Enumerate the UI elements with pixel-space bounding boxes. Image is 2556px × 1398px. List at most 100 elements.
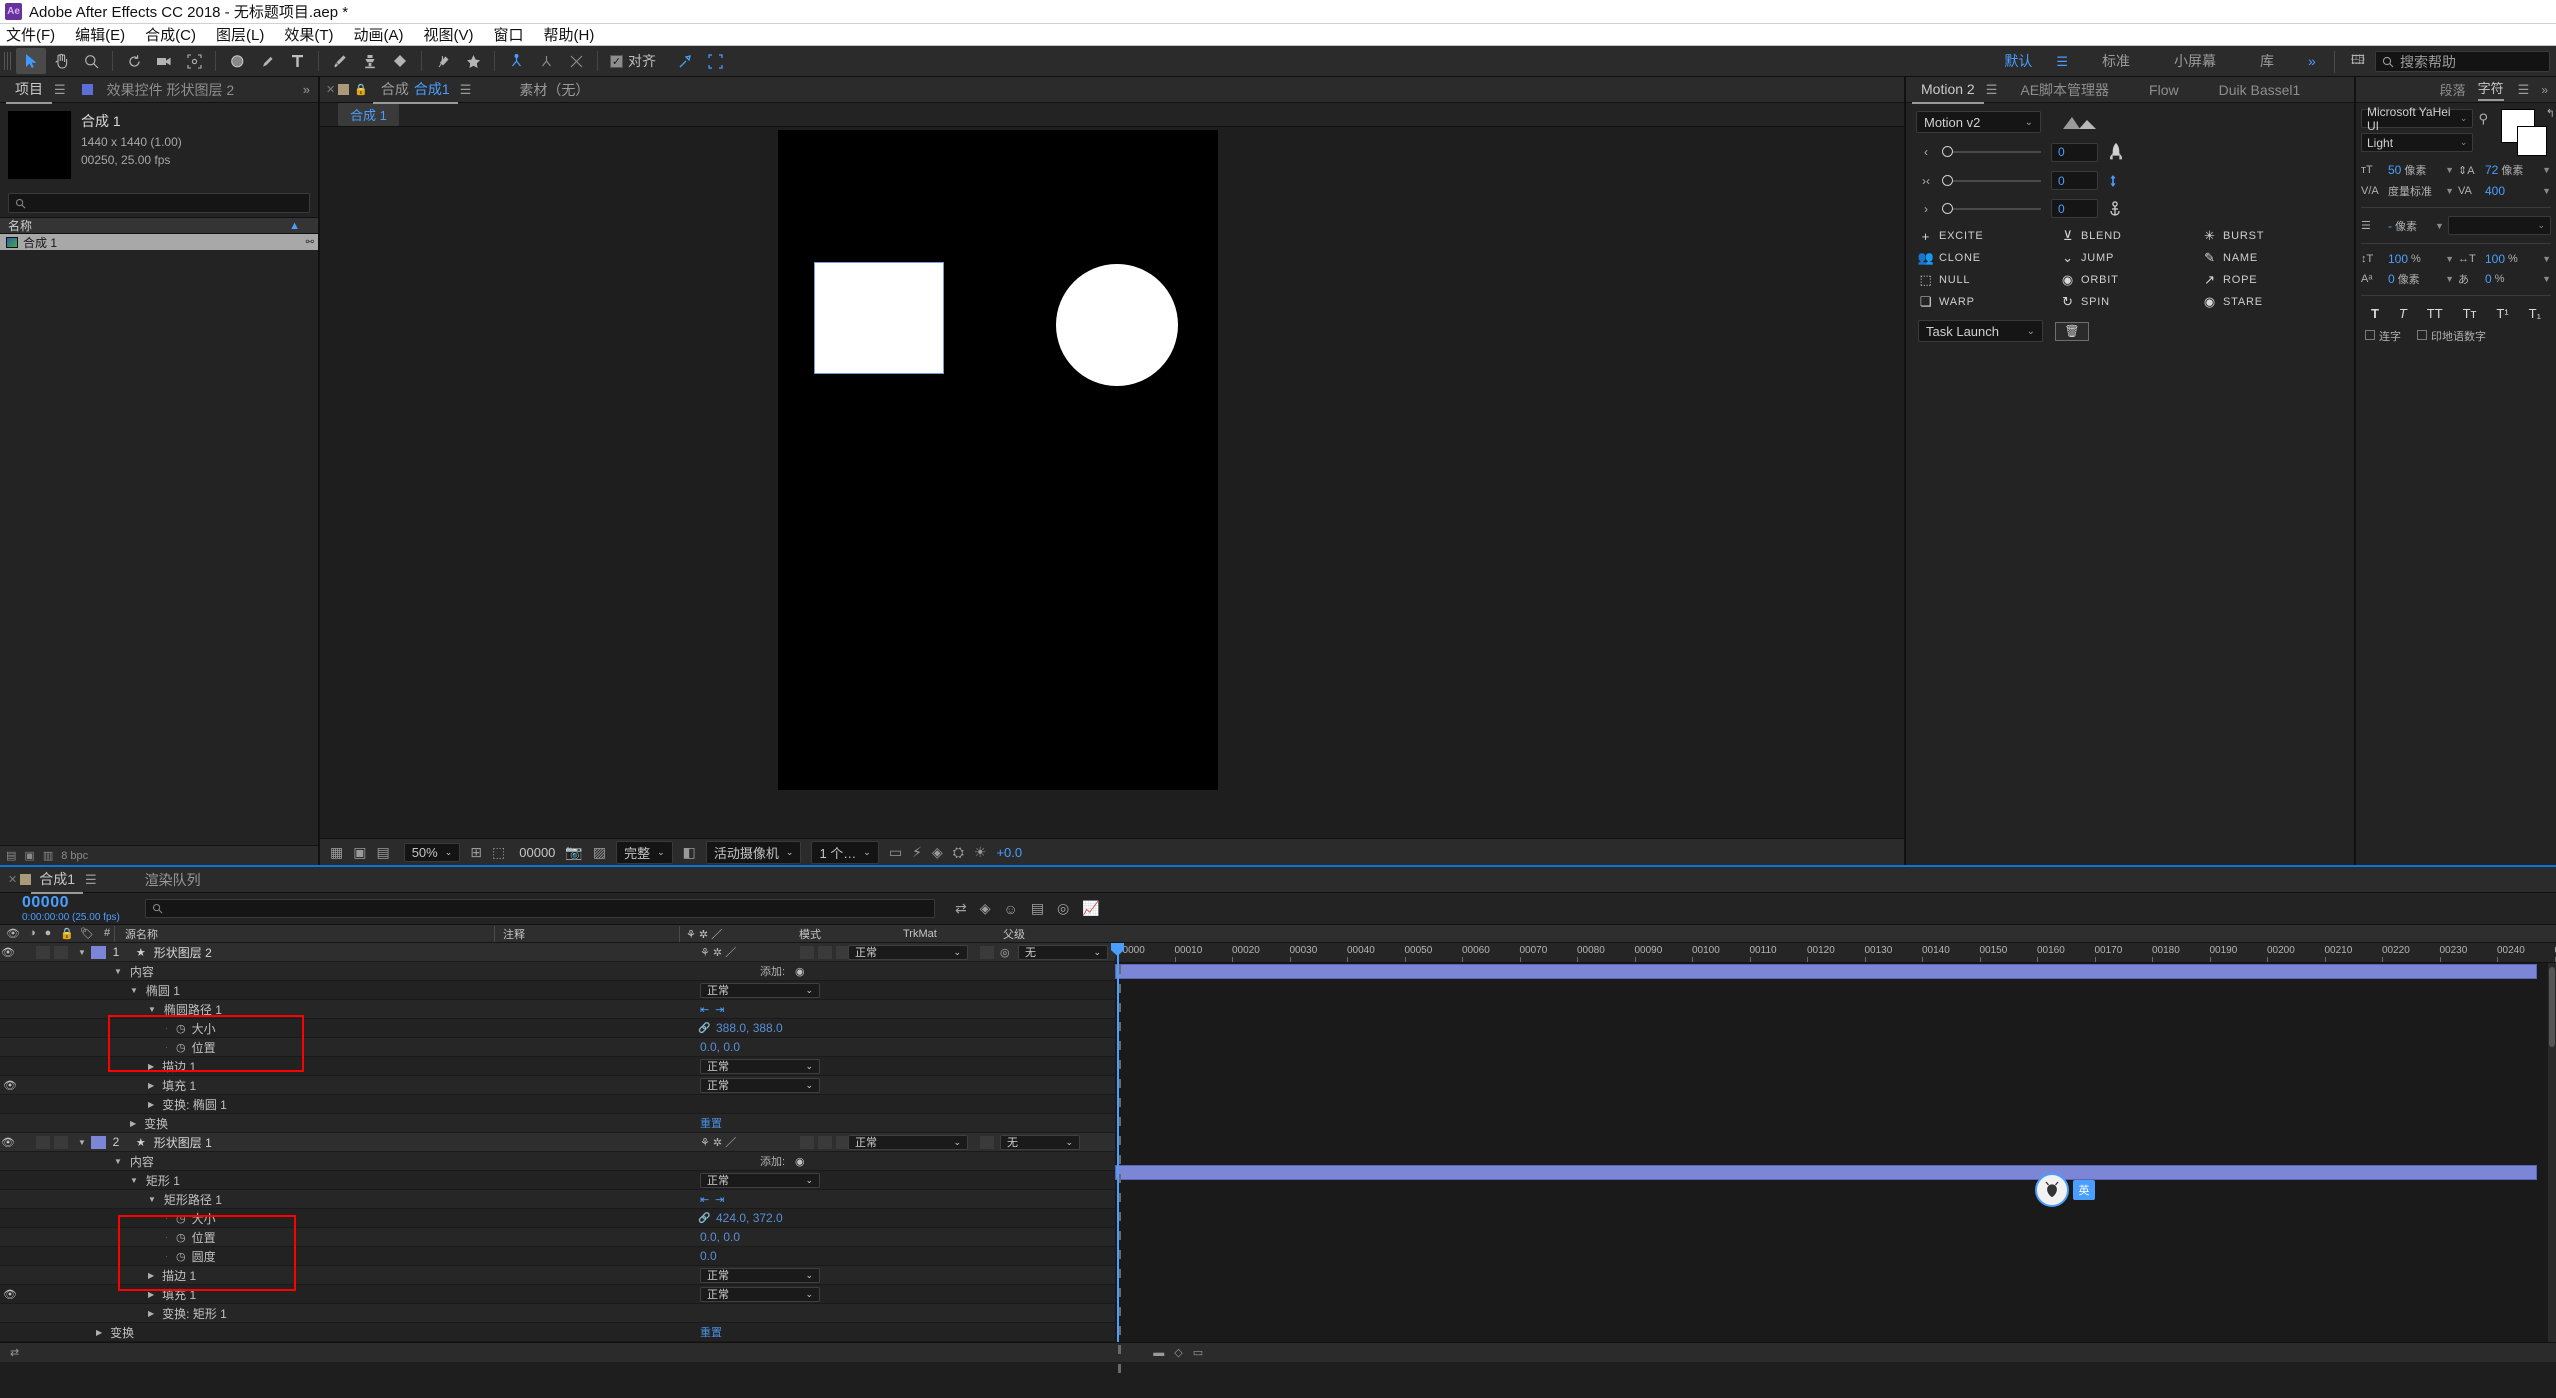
table-row[interactable]: ▶ 描边 1 正常 ⌄ (0, 1057, 1115, 1076)
pen-tool-icon[interactable] (252, 48, 282, 74)
tab-render-queue[interactable]: 渲染队列 (137, 867, 209, 893)
property-value[interactable]: 388.0, 388.0 (716, 1021, 783, 1035)
fill-expand-arrow[interactable]: ▶ (148, 1290, 154, 1299)
graph-editor-icon[interactable]: 📈 (1082, 900, 1099, 917)
project-list-item[interactable]: 合成 1 ⚯ (0, 234, 318, 250)
link-dimensions-icon[interactable]: 🔗 (698, 1023, 710, 1034)
timeline-vertical-scrollbar[interactable] (2548, 963, 2556, 1342)
layer-name[interactable]: 形状图层 1 (154, 1134, 212, 1151)
layer-label-color[interactable] (90, 945, 106, 959)
eyedropper-icon[interactable]: ⚲ (2478, 109, 2488, 127)
timeline-search-input[interactable] (145, 899, 935, 918)
composition-viewer-canvas-area[interactable] (320, 127, 1904, 838)
table-row[interactable]: · ◷ 位置 0.0, 0.0 (0, 1228, 1115, 1247)
tab-composition[interactable]: 合成 合成1 (372, 76, 458, 104)
type-tool-icon[interactable] (282, 48, 312, 74)
table-row[interactable]: · ◷ 大小 🔗 424.0, 372.0 (0, 1209, 1115, 1228)
stroke-width-field[interactable]: ☰ - 像素 ▼ (2361, 218, 2444, 234)
timeline-time-graph[interactable]: 00000 00010 00020 00030 00040 00050 00060 00070… (1111, 943, 2556, 1373)
motion-button-stare[interactable]: ◉ STARE (2202, 294, 2342, 310)
transform-ellipse-expand-arrow[interactable]: ▶ (148, 1100, 154, 1109)
stroke-expand-arrow[interactable]: ▶ (148, 1271, 154, 1280)
workspace-small-screen[interactable]: 小屏幕 (2152, 46, 2238, 77)
stroke-blend-mode-select[interactable]: 正常 ⌄ (700, 1267, 820, 1283)
transform-expand-arrow[interactable]: ▶ (96, 1328, 102, 1337)
motion-button-jump[interactable]: ⌄ JUMP (2060, 250, 2200, 266)
stopwatch-icon[interactable]: ◷ (176, 1250, 186, 1263)
zoom-slider-handle[interactable]: ◇ (1174, 1346, 1182, 1359)
table-row[interactable]: ▶ 变换 重置 (0, 1323, 1115, 1342)
add-property-icon[interactable]: ◉ (795, 965, 805, 978)
chevron-down-icon[interactable]: ▼ (2542, 254, 2551, 264)
chevron-down-icon[interactable]: ▼ (2435, 221, 2444, 231)
property-value[interactable]: 0.0, 0.0 (700, 1230, 740, 1244)
layer-switches[interactable]: ⚘ ✲ ／ (700, 1134, 736, 1150)
table-row[interactable]: · ◷ 位置 0.0, 0.0 (0, 1038, 1115, 1057)
trkmat-header[interactable]: TrkMat (897, 928, 997, 940)
close-timeline-tab-icon[interactable]: ✕ (8, 873, 17, 886)
align-layers-alt-icon[interactable] (531, 48, 561, 74)
project-column-name[interactable]: 名称 (8, 217, 32, 234)
tab-timeline-comp[interactable]: 合成1 (31, 866, 84, 894)
audio-header-icon[interactable]: ◑ (29, 927, 36, 940)
slider-track-2[interactable] (1942, 174, 2041, 186)
horizontal-scale-field[interactable]: ↔T 100 % ▼ (2458, 252, 2551, 266)
chevron-down-icon[interactable]: ▼ (2445, 186, 2454, 196)
comment-header[interactable]: 注释 (494, 925, 679, 942)
grid-guides-icon[interactable]: ⊞ (470, 844, 482, 861)
snap-checkbox-icon[interactable]: ✓ (610, 54, 623, 68)
toggle-view-icon[interactable]: ▤ (376, 844, 389, 861)
fast-preview-icon[interactable]: ⚡ (912, 844, 922, 861)
video-header-icon[interactable]: 👁 (6, 927, 20, 940)
menu-item-window[interactable]: 窗口 (493, 24, 523, 45)
workspace-more-icon[interactable]: » (2296, 46, 2328, 77)
transform-expand-arrow[interactable]: ▶ (130, 1119, 136, 1128)
baseline-shift-field[interactable]: Aᵃ 0 像素 ▼ (2361, 271, 2454, 287)
table-row[interactable]: ▼ 内容 添加: ◉ (0, 962, 1115, 981)
italic-button[interactable]: T (2399, 306, 2407, 321)
tab-project[interactable]: 项目 (6, 76, 52, 104)
group-blend-mode-select[interactable]: 正常 ⌄ (700, 982, 820, 998)
stroke-style-select[interactable]: ⌄ (2447, 216, 2551, 235)
add-property-label[interactable]: 添加: (760, 963, 785, 979)
composition-mini-flowchart-icon[interactable]: ⇄ (955, 900, 967, 917)
scrollbar-thumb[interactable] (2549, 967, 2555, 1047)
frame-blending-icon[interactable]: ▤ (1031, 900, 1044, 917)
vertical-scale-field[interactable]: ↕T 100 % ▼ (2361, 252, 2454, 266)
path-direction-ccw-icon[interactable]: ⇤ (700, 1003, 709, 1016)
layer-blend-mode-select[interactable]: 正常 ⌄ (848, 1134, 968, 1150)
table-row[interactable]: ▼ 椭圆 1 正常 ⌄ (0, 981, 1115, 1000)
layer-solo-toggle[interactable] (36, 945, 50, 959)
motion-button-excite[interactable]: + EXCITE (1918, 228, 2058, 244)
chevron-down-icon[interactable]: ▼ (2542, 274, 2551, 284)
add-property-icon[interactable]: ◉ (795, 1155, 805, 1168)
contents-expand-arrow[interactable]: ▼ (114, 967, 122, 976)
font-style-select[interactable]: Light ⌄ (2361, 133, 2474, 152)
close-tab-icon[interactable]: ✕ (326, 83, 335, 96)
label-header-icon[interactable]: 🏷 (80, 927, 94, 940)
toggle-mask-icon[interactable]: ▣ (353, 844, 366, 861)
chevron-down-icon[interactable]: ▼ (2445, 165, 2454, 175)
layer-visibility-toggle[interactable]: 👁 (0, 1136, 16, 1149)
reset-link[interactable]: 重置 (700, 1115, 722, 1131)
table-row[interactable]: 👁 ▶ 填充 1 正常 ⌄ (0, 1076, 1115, 1095)
reset-link[interactable]: 重置 (700, 1324, 722, 1340)
draft-3d-icon[interactable]: ◈ (980, 900, 991, 917)
camera-tool-icon[interactable] (149, 48, 179, 74)
search-help-input[interactable]: 搜索帮助 (2375, 51, 2550, 72)
menu-item-comp[interactable]: 合成(C) (145, 24, 196, 45)
rotation-tool-icon[interactable] (119, 48, 149, 74)
table-row[interactable]: · ◷ 大小 🔗 388.0, 388.0 (0, 1019, 1115, 1038)
tab-duik-bassel[interactable]: Duik Bassel1 (2210, 77, 2310, 103)
camera-select[interactable]: 活动摄像机 ⌄ (705, 840, 802, 864)
swap-colors-icon[interactable]: ↰ (2546, 107, 2555, 120)
table-row[interactable]: 👁 ▼ 2 ★ 形状图层 1 ⚘ ✲ ／ 正常 ⌄ 无 ⌄ (0, 1133, 1115, 1152)
motion-button-rope[interactable]: ↗ ROPE (2202, 272, 2342, 288)
zoom-out-icon[interactable]: ▬ (1153, 1347, 1164, 1359)
hindi-digits-checkbox[interactable]: 印地语数字 (2417, 328, 2486, 344)
distribute-icon[interactable] (561, 48, 591, 74)
switch-shy[interactable] (800, 1135, 814, 1149)
current-timecode[interactable]: 00000 0:00:00:00 (25.00 fps) (0, 893, 130, 924)
layer-solo-toggle[interactable] (36, 1135, 50, 1149)
pixel-aspect-icon[interactable]: ▭ (889, 844, 902, 861)
